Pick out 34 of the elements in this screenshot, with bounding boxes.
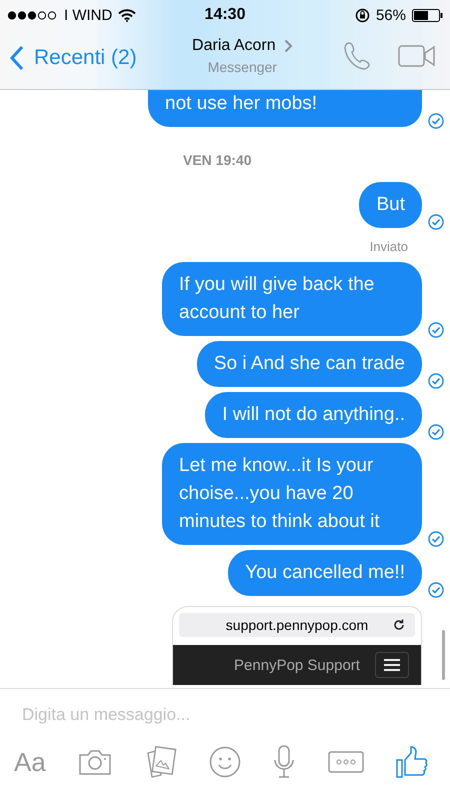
text-format-button[interactable]: Aa	[14, 746, 46, 778]
site-title: PennyPop Support	[234, 656, 360, 674]
carrier-name: I WIND	[64, 6, 112, 24]
sent-status: Inviato	[370, 239, 408, 254]
back-chevron-icon	[10, 45, 24, 71]
message-bubble[interactable]: not use her mobs!	[148, 90, 422, 127]
reload-icon	[393, 619, 405, 631]
battery-percent: 56%	[376, 6, 406, 24]
camera-icon[interactable]	[78, 748, 112, 776]
message-bubble[interactable]: So i And she can trade	[196, 341, 422, 387]
clock-time: 14:30	[204, 6, 246, 24]
contact-name[interactable]: Daria Acorn	[192, 37, 276, 55]
timestamp: VEN 19:40	[183, 152, 252, 168]
message-bubble[interactable]: Let me know...it Is your choise...you have 20 minutes to think about it	[162, 443, 422, 545]
photo-gallery-icon[interactable]	[144, 746, 177, 778]
message-bubble[interactable]: If you will give back the account to her	[162, 262, 422, 336]
wifi-icon	[118, 8, 136, 22]
more-icon[interactable]	[328, 751, 364, 773]
contact-subtitle: Messenger	[208, 59, 277, 75]
microphone-icon[interactable]	[273, 745, 296, 779]
message-bubble[interactable]: You cancelled me!!	[228, 550, 422, 596]
link-preview-card[interactable]: support.pennypop.com PennyPop Support	[172, 606, 422, 685]
message-bubble[interactable]: But	[359, 182, 422, 228]
video-camera-icon[interactable]	[398, 44, 436, 68]
menu-icon	[375, 652, 409, 678]
message-bubble[interactable]: I will not do anything..	[205, 392, 422, 438]
smiley-icon[interactable]	[208, 746, 241, 778]
chevron-icon	[284, 39, 293, 53]
back-button[interactable]: Recenti (2)	[10, 41, 137, 71]
battery-icon	[412, 8, 444, 22]
url-text: support.pennypop.com	[226, 617, 368, 633]
rotation-lock-icon	[354, 8, 370, 22]
signal-icon	[8, 10, 58, 20]
thumbs-up-icon[interactable]	[396, 745, 428, 779]
